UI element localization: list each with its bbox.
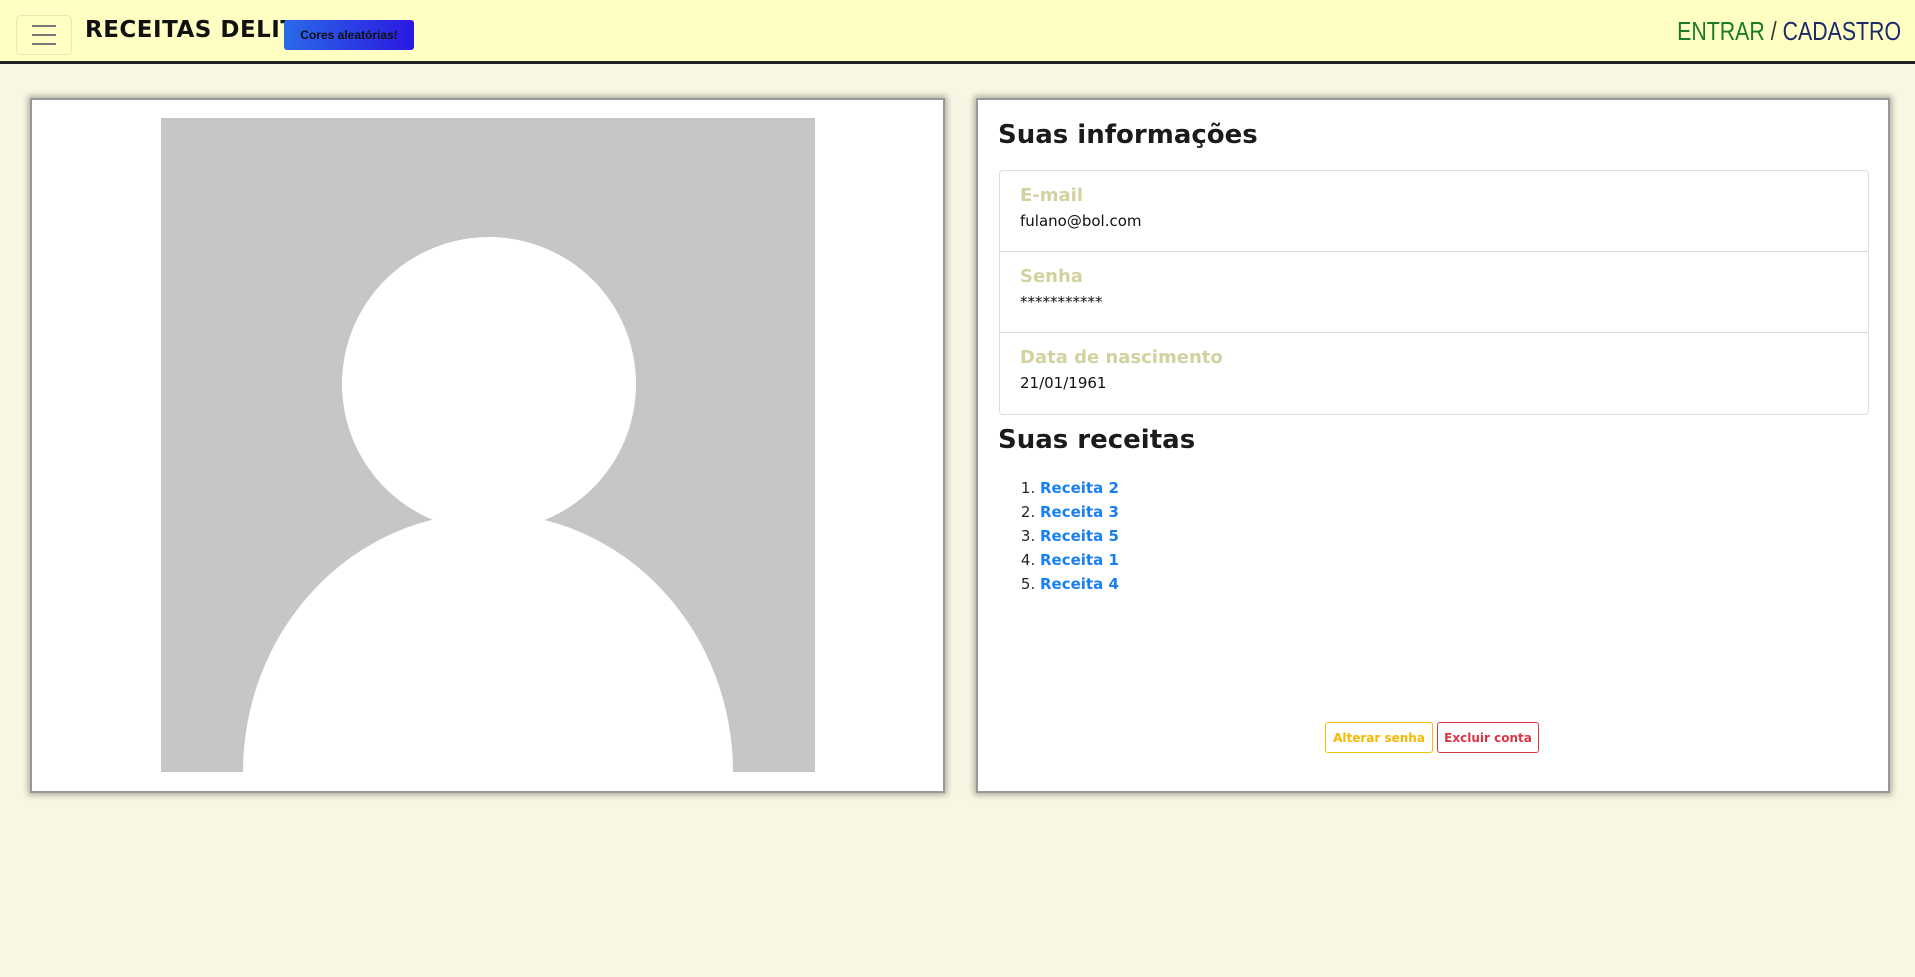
navbar: RECEITAS DELIT Cores aleatórias! ENTRAR …	[0, 0, 1915, 64]
avatar-placeholder	[161, 118, 815, 772]
hamburger-line	[32, 34, 56, 36]
hamburger-icon	[32, 25, 56, 27]
recipes-title: Suas receitas	[998, 425, 1196, 455]
recipe-link[interactable]: Receita 1	[1040, 551, 1119, 569]
field-label: E-mail	[1020, 185, 1084, 206]
list-item: Receita 5	[1040, 524, 1119, 548]
brand-logo[interactable]: RECEITAS DELIT	[85, 17, 297, 43]
recipe-link[interactable]: Receita 3	[1040, 503, 1119, 521]
menu-toggle-button[interactable]	[16, 15, 72, 55]
register-link[interactable]: CADASTRO	[1783, 16, 1901, 46]
field-label: Senha	[1020, 266, 1083, 287]
recipe-link[interactable]: Receita 4	[1040, 575, 1119, 593]
login-link[interactable]: ENTRAR	[1677, 16, 1765, 46]
random-colors-button[interactable]: Cores aleatórias!	[284, 20, 414, 50]
recipe-link[interactable]: Receita 2	[1040, 479, 1119, 497]
field-value: 21/01/1961	[1020, 374, 1107, 392]
avatar-head-shape	[342, 237, 636, 531]
list-item: Receita 1	[1040, 548, 1119, 572]
user-info-card: Suas informações E-mail fulano@bol.com Se…	[976, 98, 1890, 793]
list-item: Receita 4	[1040, 572, 1119, 596]
recipe-link[interactable]: Receita 5	[1040, 527, 1119, 545]
field-value: fulano@bol.com	[1020, 212, 1142, 230]
list-item: Receita 3	[1040, 500, 1119, 524]
delete-account-button[interactable]: Excluir conta	[1437, 722, 1539, 753]
field-label: Data de nascimento	[1020, 347, 1223, 368]
info-list: E-mail fulano@bol.com Senha *********** Da…	[999, 170, 1869, 415]
auth-links: ENTRAR / CADASTRO	[1677, 16, 1901, 47]
avatar-body-shape	[243, 513, 733, 772]
recipes-list: Receita 2 Receita 3 Receita 5 Receita 1 …	[1040, 476, 1119, 596]
info-item-birthdate: Data de nascimento 21/01/1961	[1000, 333, 1868, 414]
separator: /	[1764, 16, 1783, 46]
change-password-button[interactable]: Alterar senha	[1325, 722, 1433, 753]
info-item-email: E-mail fulano@bol.com	[1000, 171, 1868, 252]
profile-photo-card	[30, 98, 945, 793]
list-item: Receita 2	[1040, 476, 1119, 500]
info-item-password: Senha ***********	[1000, 252, 1868, 333]
info-title: Suas informações	[998, 120, 1258, 150]
hamburger-line	[32, 43, 56, 45]
field-value: ***********	[1020, 293, 1103, 311]
